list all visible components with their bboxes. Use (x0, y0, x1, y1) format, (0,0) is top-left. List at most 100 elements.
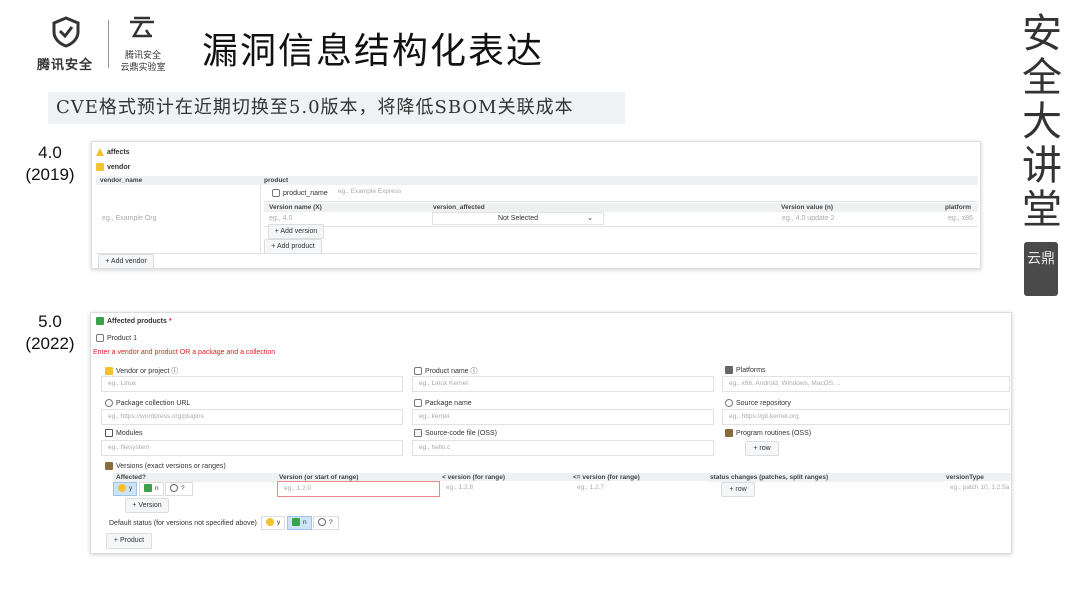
program-routines-label: Program routines (OSS) (725, 429, 811, 437)
platforms-label: Platforms (725, 366, 766, 374)
cve4-form-panel: affects vendor vendor_name product eg., … (91, 141, 981, 269)
cube-icon (414, 367, 422, 376)
yunding-lab-logo: 腾讯安全 云鼎实验室 (116, 16, 170, 72)
warning-icon (96, 148, 104, 156)
banner-text: CVE格式预计在近期切换至5.0版本，将降低SBOM关联成本 (48, 92, 625, 124)
vendor-box-icon (96, 163, 104, 171)
layers-icon (725, 366, 733, 374)
opt-q-label: ? (329, 519, 333, 526)
product-name-label: product_name (272, 189, 328, 197)
page-title: 漏洞信息结构化表达 (202, 31, 545, 72)
yes-icon (266, 518, 274, 527)
opt-q-label: ? (181, 485, 185, 492)
modules-text: Modules (116, 429, 143, 437)
affected-no-option[interactable]: n (139, 482, 164, 496)
calligraphy-char: 安 (1022, 11, 1062, 57)
vendor-heading: vendor (96, 163, 130, 171)
yes-icon (118, 484, 126, 493)
calligraphy-char: 全 (1022, 55, 1062, 101)
seal-stamp: 云鼎 (1024, 242, 1058, 296)
version-name-input[interactable]: eg., 4.0 (269, 215, 292, 222)
affects-label: affects (107, 148, 130, 156)
v4-label: 4.0 (2019) (18, 142, 82, 186)
lt-version-input[interactable]: eg., 1.2.8 (440, 481, 571, 497)
required-star: * (168, 317, 172, 325)
products-icon (96, 317, 104, 325)
status-changes-add-row-button[interactable]: + row (721, 482, 755, 497)
col-vendor-name: vendor_name (100, 177, 143, 184)
vendor-table-header: vendor_name product (96, 176, 978, 185)
version-start-input[interactable]: eg., 1.2.0 (277, 481, 440, 497)
add-product-button[interactable]: + Product (106, 533, 152, 549)
no-shield-icon (292, 518, 300, 527)
v5-label: 5.0 (2022) (18, 311, 82, 355)
source-file-text: Source-code file (OSS) (425, 429, 497, 437)
vendor-label-text: Vendor or project ⓘ (116, 368, 179, 375)
calligraphy-char: 堂 (1022, 187, 1062, 233)
version-type-input[interactable]: eg., patch 10, 1.2.5a (944, 481, 1011, 497)
product-name-label: Product name ⓘ (414, 366, 478, 376)
version-value-input[interactable]: eg., 4.0 update 2 (782, 215, 835, 222)
calligraphy-char: 大 (1022, 99, 1062, 145)
product-name-text: product_name (283, 189, 328, 197)
platforms-input[interactable]: eg., x86, Android, Windows, MacOS, .. (722, 376, 1010, 392)
versions-label: Versions (exact versions or ranges) (105, 462, 226, 470)
package-name-input[interactable]: eg., kernel (412, 409, 714, 425)
logo-text: 腾讯安全 (36, 57, 93, 72)
divider (96, 253, 978, 254)
platform-input[interactable]: eg., x86 (948, 215, 973, 222)
col-version-name: Version name (X) (269, 204, 322, 211)
lab-line-2: 云鼎实验室 (120, 62, 166, 72)
opt-y-label: y (277, 519, 281, 526)
checkbox-icon (105, 429, 113, 437)
add-product-button[interactable]: + Add product (264, 239, 322, 254)
routines-add-row-button[interactable]: + row (745, 441, 779, 456)
affected-products-heading: Affected products * (96, 317, 172, 325)
add-version-button[interactable]: + Add version (268, 224, 324, 239)
collection-url-input[interactable]: eg., https://wordpress.org/plugins (101, 409, 403, 425)
v4-version: 4.0 (38, 143, 62, 162)
tencent-security-logo: 腾讯安全 (30, 16, 100, 72)
default-yes-option[interactable]: y (261, 516, 286, 530)
version-affected-value: Not Selected (497, 215, 539, 222)
add-vendor-button[interactable]: + Add vendor (98, 254, 154, 269)
collection-url-label: Package collection URL (105, 399, 190, 407)
opt-n-label: n (303, 519, 307, 526)
affected-yes-option[interactable]: y (113, 482, 138, 496)
vendor-input[interactable]: eg., Linux (101, 376, 403, 392)
product-name-input[interactable]: eg., Example Express (332, 185, 978, 201)
modules-input[interactable]: eg., filesystem (101, 440, 403, 456)
add-version-button[interactable]: + Version (125, 498, 169, 513)
v4-year: (2019) (25, 165, 75, 184)
col-version-affected: version_affected (433, 204, 485, 211)
cve5-form-panel: Affected products * Product 1 Enter a ve… (90, 312, 1012, 554)
link-icon (105, 399, 113, 407)
cube-icon (96, 334, 104, 342)
col-status-changes: status changes (patches, split ranges) (710, 474, 829, 481)
product-name-input[interactable]: eg., Linux Kernel (412, 376, 714, 392)
divider (264, 201, 978, 202)
default-unknown-option[interactable]: ? (313, 516, 339, 530)
cube-icon (272, 189, 280, 197)
product-name-text: Product name ⓘ (425, 368, 478, 375)
package-name-label: Package name (414, 399, 472, 407)
edit-icon (725, 429, 733, 437)
lte-version-input[interactable]: eg., 1.2.7 (571, 481, 708, 497)
v5-year: (2022) (25, 334, 75, 353)
calligraphy-char: 讲 (1022, 143, 1062, 189)
default-no-option[interactable]: n (287, 516, 312, 530)
opt-y-label: y (129, 485, 133, 492)
default-status-label: Default status (for versions not specifi… (109, 520, 257, 527)
col-affected: Affected? (116, 474, 146, 481)
v5-version: 5.0 (38, 312, 62, 331)
collection-url-text: Package collection URL (116, 399, 191, 407)
cloud-lab-icon (130, 16, 154, 38)
divider (264, 226, 978, 227)
source-file-input[interactable]: eg., hello.c (412, 440, 714, 456)
platforms-text: Platforms (736, 366, 766, 374)
affected-products-label: Affected products (107, 317, 167, 325)
version-affected-select[interactable]: Not Selected ⌄ (432, 212, 604, 225)
source-repo-input[interactable]: eg., https://git.kernel.org (722, 409, 1010, 425)
affected-unknown-option[interactable]: ? (165, 482, 193, 496)
vendor-name-input[interactable]: eg., Example Org (102, 215, 156, 222)
